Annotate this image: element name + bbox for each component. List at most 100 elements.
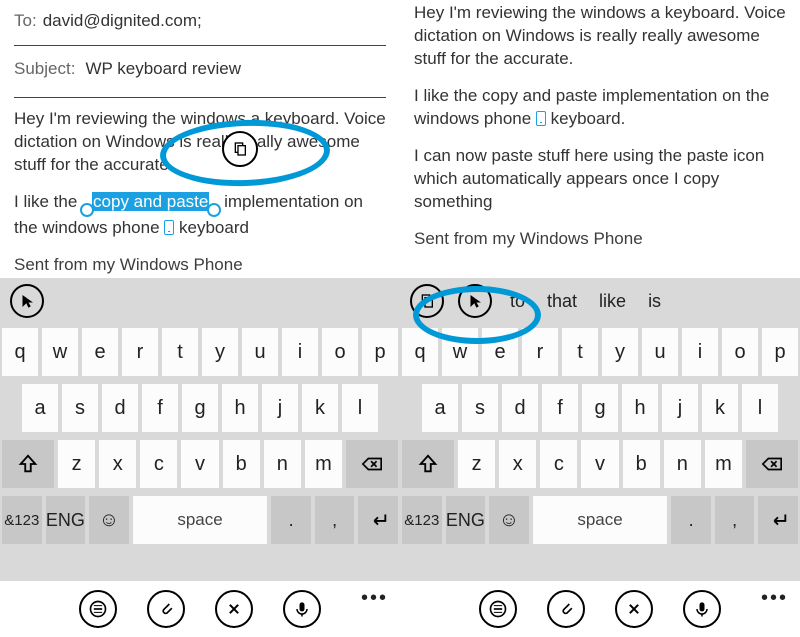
paste-icon[interactable] (410, 284, 444, 318)
key-c[interactable]: c (140, 440, 177, 488)
key-v[interactable]: v (181, 440, 218, 488)
key-h[interactable]: h (222, 384, 258, 432)
key-m[interactable]: m (705, 440, 742, 488)
email-compose-area[interactable]: To: david@dignited.com; Subject: WP keyb… (0, 0, 400, 278)
key-language[interactable]: ENG (446, 496, 486, 544)
key-f[interactable]: f (142, 384, 178, 432)
key-enter[interactable] (758, 496, 798, 544)
body-paragraph-1[interactable]: Hey I'm reviewing the windows a keyboard… (14, 108, 386, 177)
key-x[interactable]: x (499, 440, 536, 488)
key-l[interactable]: l (742, 384, 778, 432)
key-n[interactable]: n (664, 440, 701, 488)
suggestion-word[interactable]: like (595, 291, 630, 312)
key-backspace[interactable] (346, 440, 398, 488)
key-f[interactable]: f (542, 384, 578, 432)
subject-value[interactable]: WP keyboard review (85, 58, 241, 81)
key-t[interactable]: t (562, 328, 598, 376)
body-paragraph-2[interactable]: I like the copy and paste implementation… (414, 85, 786, 131)
key-shift[interactable] (2, 440, 54, 488)
key-c[interactable]: c (540, 440, 577, 488)
attach-button[interactable] (547, 590, 585, 628)
key-p[interactable]: p (362, 328, 398, 376)
key-enter[interactable] (358, 496, 398, 544)
key-h[interactable]: h (622, 384, 658, 432)
key-symbols[interactable]: &123 (2, 496, 42, 544)
cursor-control-icon[interactable] (458, 284, 492, 318)
close-button[interactable] (215, 590, 253, 628)
signature[interactable]: Sent from my Windows Phone (14, 254, 386, 277)
key-z[interactable]: z (58, 440, 95, 488)
to-row[interactable]: To: david@dignited.com; (14, 8, 386, 39)
key-i[interactable]: i (682, 328, 718, 376)
key-s[interactable]: s (462, 384, 498, 432)
suggestion-word[interactable]: is (644, 291, 665, 312)
key-b[interactable]: b (623, 440, 660, 488)
more-icon[interactable]: ••• (361, 587, 388, 610)
key-y[interactable]: y (602, 328, 638, 376)
suggestion-word[interactable]: to (506, 291, 529, 312)
key-backspace[interactable] (746, 440, 798, 488)
key-x[interactable]: x (99, 440, 136, 488)
signature[interactable]: Sent from my Windows Phone (414, 228, 786, 251)
key-d[interactable]: d (102, 384, 138, 432)
key-a[interactable]: a (22, 384, 58, 432)
body-paragraph-2[interactable]: I like the copy and paste implementation… (14, 191, 386, 240)
key-s[interactable]: s (62, 384, 98, 432)
key-symbols[interactable]: &123 (402, 496, 442, 544)
subject-row[interactable]: Subject: WP keyboard review (14, 56, 386, 91)
key-d[interactable]: d (502, 384, 538, 432)
key-space[interactable]: space (133, 496, 268, 544)
key-b[interactable]: b (223, 440, 260, 488)
key-period[interactable]: . (671, 496, 711, 544)
copy-icon[interactable] (222, 131, 258, 167)
key-space[interactable]: space (533, 496, 668, 544)
key-e[interactable]: e (82, 328, 118, 376)
key-w[interactable]: w (442, 328, 478, 376)
key-m[interactable]: m (305, 440, 342, 488)
key-r[interactable]: r (122, 328, 158, 376)
body-paragraph-3[interactable]: I can now paste stuff here using the pas… (414, 145, 786, 214)
key-p[interactable]: p (762, 328, 798, 376)
send-button[interactable] (479, 590, 517, 628)
mic-button[interactable] (283, 590, 321, 628)
key-emoji[interactable]: ☺ (489, 496, 529, 544)
mic-button[interactable] (683, 590, 721, 628)
attach-button[interactable] (147, 590, 185, 628)
more-icon[interactable]: ••• (761, 587, 788, 610)
key-e[interactable]: e (482, 328, 518, 376)
cursor-control-icon[interactable] (10, 284, 44, 318)
key-o[interactable]: o (322, 328, 358, 376)
key-k[interactable]: k (702, 384, 738, 432)
key-q[interactable]: q (2, 328, 38, 376)
key-i[interactable]: i (282, 328, 318, 376)
key-u[interactable]: u (642, 328, 678, 376)
key-period[interactable]: . (271, 496, 311, 544)
suggestion-word[interactable]: that (543, 291, 581, 312)
key-u[interactable]: u (242, 328, 278, 376)
email-body-area[interactable]: Hey I'm reviewing the windows a keyboard… (400, 0, 800, 278)
key-language[interactable]: ENG (46, 496, 86, 544)
key-j[interactable]: j (262, 384, 298, 432)
key-g[interactable]: g (182, 384, 218, 432)
key-g[interactable]: g (582, 384, 618, 432)
key-n[interactable]: n (264, 440, 301, 488)
key-y[interactable]: y (202, 328, 238, 376)
key-q[interactable]: q (402, 328, 438, 376)
body-paragraph-1[interactable]: Hey I'm reviewing the windows a keyboard… (414, 2, 786, 71)
key-comma[interactable]: , (715, 496, 755, 544)
key-r[interactable]: r (522, 328, 558, 376)
key-shift[interactable] (402, 440, 454, 488)
key-emoji[interactable]: ☺ (89, 496, 129, 544)
key-comma[interactable]: , (315, 496, 355, 544)
key-z[interactable]: z (458, 440, 495, 488)
key-k[interactable]: k (302, 384, 338, 432)
send-button[interactable] (79, 590, 117, 628)
key-w[interactable]: w (42, 328, 78, 376)
key-v[interactable]: v (581, 440, 618, 488)
key-a[interactable]: a (422, 384, 458, 432)
key-l[interactable]: l (342, 384, 378, 432)
key-j[interactable]: j (662, 384, 698, 432)
to-value[interactable]: david@dignited.com; (43, 10, 202, 33)
key-o[interactable]: o (722, 328, 758, 376)
selected-text[interactable]: copy and paste (92, 192, 209, 211)
